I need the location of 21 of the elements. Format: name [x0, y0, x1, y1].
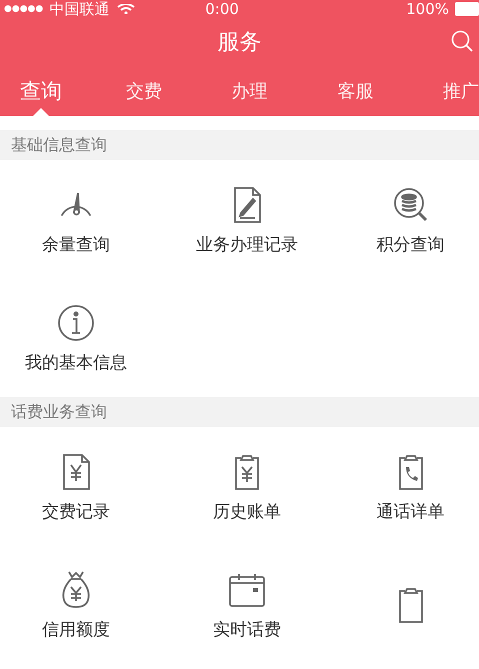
service-label[interactable]: 历史账单 [213, 500, 281, 523]
service-label[interactable]: 交费记录 [42, 500, 110, 523]
clock: 0:00 [205, 0, 239, 18]
service-label[interactable]: 业务办理记录 [196, 233, 298, 256]
battery-icon [455, 2, 479, 16]
signal-indicator: ●●●●● [4, 4, 44, 14]
selected-tab-pointer [33, 108, 49, 116]
battery-percent: 100% [406, 0, 449, 18]
info-icon[interactable] [56, 302, 96, 342]
service-label[interactable]: 信用额度 [42, 618, 110, 640]
service-label[interactable]: 余量查询 [42, 233, 110, 256]
service-label[interactable]: 通话详单 [376, 500, 444, 523]
section-header: 基础信息查询 [0, 130, 479, 160]
service-label[interactable]: 实时话费 [213, 618, 281, 640]
section-header: 话费业务查询 [0, 397, 479, 427]
service-label[interactable]: 积分查询 [376, 233, 444, 256]
wifi-icon [117, 4, 136, 14]
service-label[interactable]: 我的基本信息 [25, 350, 127, 374]
page-title: 服务 [218, 29, 262, 57]
carrier-name: 中国联通 [49, 0, 110, 18]
search-icon[interactable] [451, 30, 473, 52]
